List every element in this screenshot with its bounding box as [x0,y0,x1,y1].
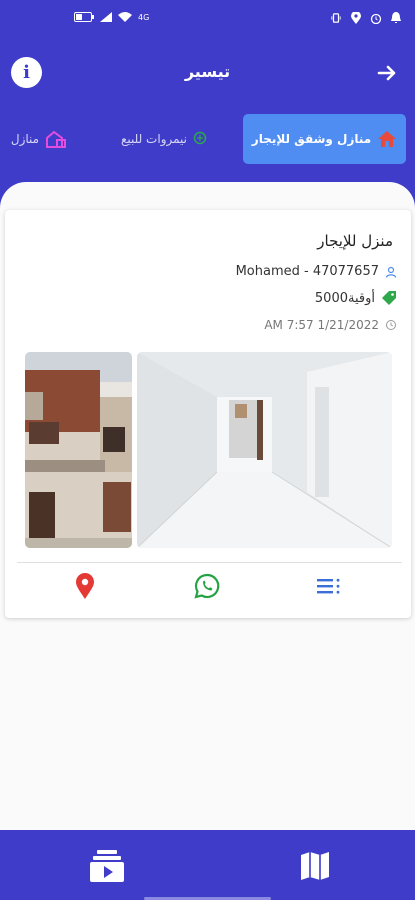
building-photo [25,352,132,548]
listing-price-row: 5000أوقية [315,290,397,306]
clock-icon [386,320,396,330]
listings-panel: منزل للإيجار Mohamed - 47077657 5000أوقي… [0,182,415,830]
listing-owner: Mohamed - 47077657 [235,264,379,279]
wifi-icon [118,12,132,22]
tab-houses[interactable]: منازل [4,114,74,164]
tab-lots-label: نيمروات للبيع [120,132,188,146]
listing-card[interactable]: منزل للإيجار Mohamed - 47077657 5000أوقي… [5,210,411,618]
house-icon [46,130,67,148]
card-divider [17,562,402,563]
signal-icon [100,12,112,22]
alarm-icon [370,13,382,24]
listing-price: 5000أوقية [314,290,375,306]
nav-map[interactable] [297,848,333,884]
tab-houses-label: منازل [10,132,40,146]
network-type: 4G [138,12,150,22]
status-bar: 4G [0,0,415,42]
whatsapp-button[interactable] [193,572,221,600]
listing-date: AM 7:57 1/21/2022 [264,318,379,332]
listing-title: منزل للإيجار [317,232,393,250]
tab-rentals[interactable]: منازل وشقق للإيجار [243,114,406,164]
nav-gallery[interactable] [89,848,125,884]
app-bar: i تيسير [0,42,415,104]
tab-rentals-label: منازل وشقق للإيجار [251,132,372,146]
bottom-nav [0,830,415,900]
battery-icon [74,12,94,22]
notification-icon [391,12,401,23]
listing-owner-row: Mohamed - 47077657 [236,264,397,279]
location-status-icon [351,12,361,24]
house-icon [378,131,397,147]
location-button[interactable] [71,572,99,600]
price-tag-icon [382,291,396,305]
person-icon [385,266,397,278]
map-pin-outline-icon [193,131,207,145]
status-right [330,12,401,24]
listing-photo-exterior[interactable] [25,352,132,548]
media-gallery-icon [90,850,124,882]
map-icon [301,852,329,880]
details-button[interactable] [315,572,343,600]
vibrate-icon [331,13,341,23]
list-details-icon [317,578,340,594]
listing-date-row: AM 7:57 1/21/2022 [264,318,397,332]
location-pin-icon [76,573,94,599]
listing-photo-interior[interactable] [137,352,392,548]
page-title: تيسير [184,62,231,81]
status-left: 4G [74,12,149,22]
arrow-right-icon[interactable] [375,61,399,85]
tab-lots-for-sale[interactable]: نيمروات للبيع [104,114,224,164]
interior-photo [137,352,392,548]
whatsapp-icon [194,573,220,599]
